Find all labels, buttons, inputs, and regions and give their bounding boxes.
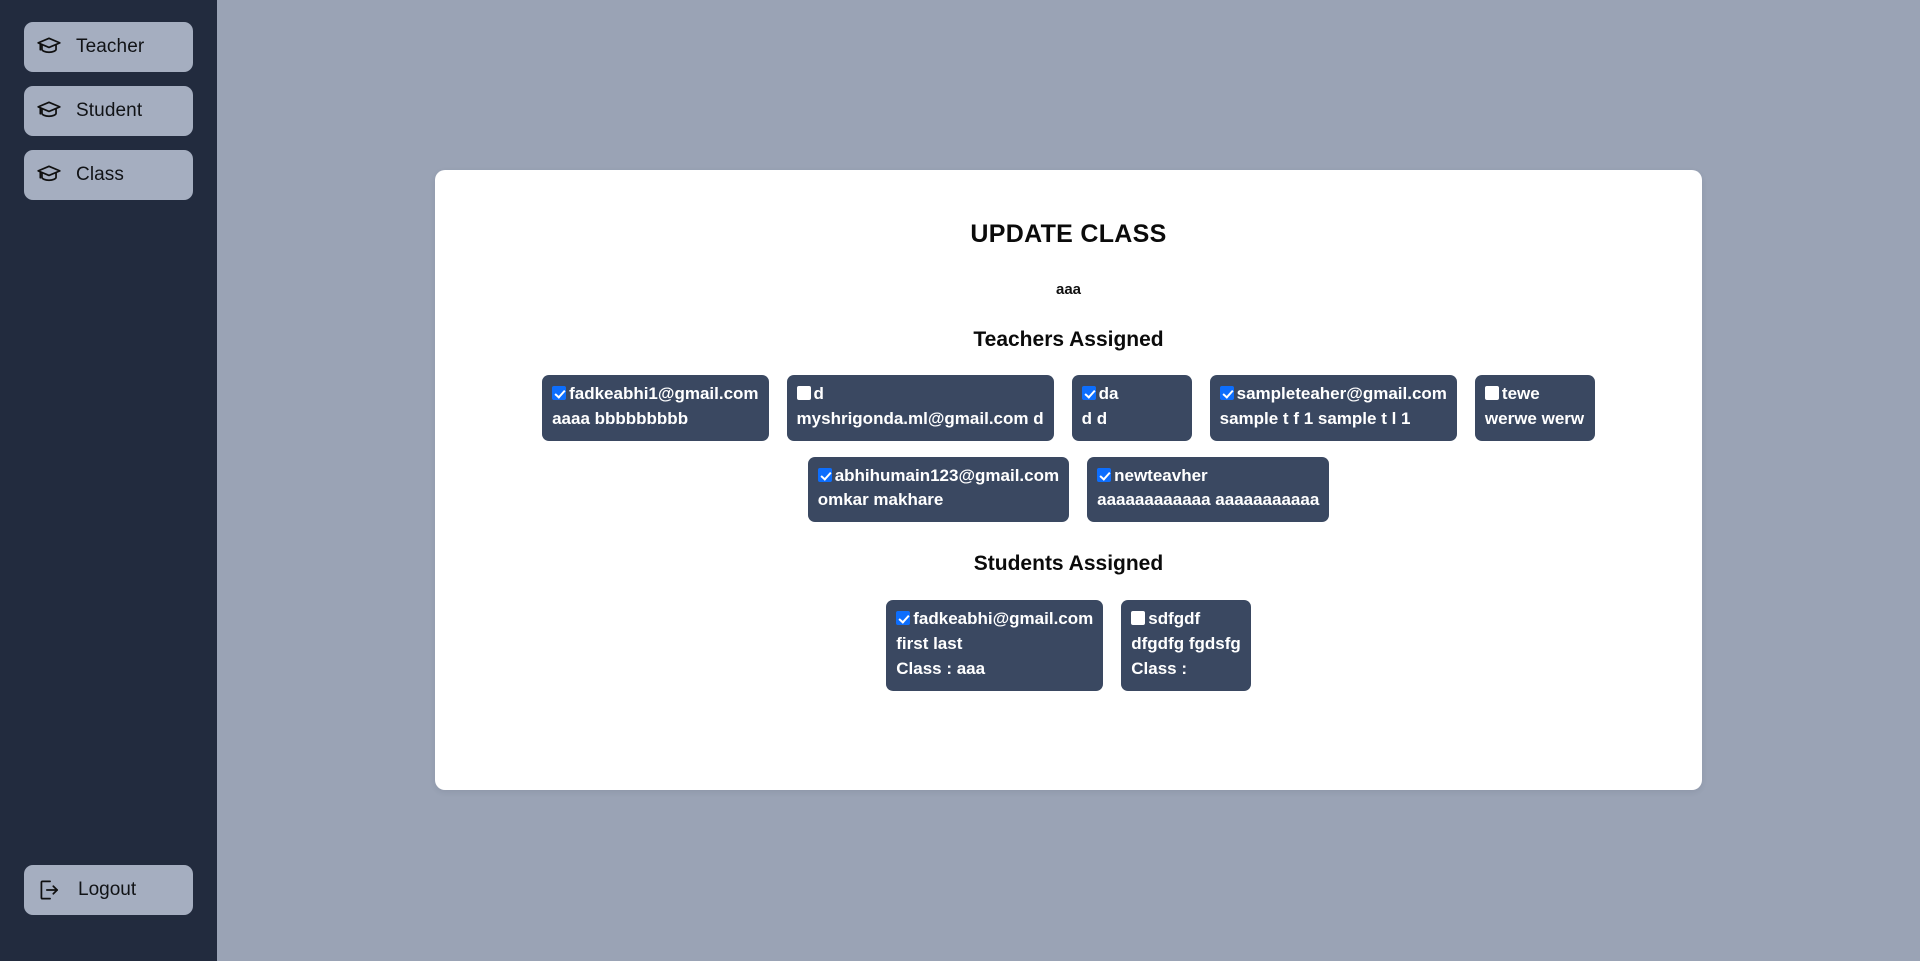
teacher-card[interactable]: fadkeabhi1@gmail.com aaaa bbbbbbbbb: [542, 375, 769, 441]
teacher-card[interactable]: da d d: [1071, 375, 1192, 441]
teacher-card-header: abhihumain123@gmail.com: [817, 464, 1060, 489]
teacher-card[interactable]: tewe werwe werw: [1474, 375, 1595, 441]
teacher-checkbox[interactable]: [1484, 386, 1499, 400]
sidebar-nav: Teacher Student Class: [0, 22, 217, 200]
student-name: dfgdfg fgdsfg: [1131, 634, 1241, 654]
teacher-card-header: sampleteaher@gmail.com: [1219, 382, 1447, 407]
graduation-cap-icon: [36, 34, 62, 60]
class-name-label: aaa: [1055, 281, 1082, 298]
teacher-checkbox[interactable]: [796, 386, 811, 400]
teacher-name: aaaa bbbbbbbbb: [552, 408, 689, 428]
teacher-checkbox[interactable]: [1097, 467, 1112, 482]
sidebar-item-label: Class: [76, 164, 125, 185]
teachers-card-list: fadkeabhi1@gmail.com aaaa bbbbbbbbb d my…: [465, 375, 1672, 523]
student-card-header: fadkeabhi@gmail.com: [896, 607, 1093, 632]
teacher-email: tewe: [1501, 384, 1540, 403]
sidebar: Teacher Student Class Logout: [0, 0, 217, 961]
update-class-panel: UPDATE CLASS aaa Teachers Assigned fadke…: [435, 170, 1702, 790]
teacher-checkbox[interactable]: [1219, 386, 1234, 400]
teacher-card[interactable]: d myshrigonda.ml@gmail.com d: [786, 375, 1054, 441]
sidebar-item-label: Teacher: [76, 36, 145, 57]
teacher-name: sample t f 1 sample t l 1: [1219, 408, 1411, 428]
logout-label: Logout: [78, 879, 137, 900]
graduation-cap-icon: [36, 98, 62, 124]
student-card[interactable]: fadkeabhi@gmail.com first last Class : a…: [886, 600, 1104, 691]
teacher-card-header: tewe: [1484, 382, 1585, 407]
teacher-name: werwe werw: [1484, 408, 1585, 428]
student-name: first last: [896, 634, 963, 654]
student-card-header: sdfgdf: [1131, 607, 1241, 632]
teachers-section-title: Teachers Assigned: [973, 328, 1164, 351]
teacher-card[interactable]: sampleteaher@gmail.com sample t f 1 samp…: [1209, 375, 1457, 441]
sidebar-item-label: Student: [76, 100, 143, 121]
student-email: fadkeabhi@gmail.com: [913, 609, 1094, 629]
student-email: sdfgdf: [1148, 609, 1201, 629]
teacher-email: fadkeabhi1@gmail.com: [569, 384, 759, 403]
page-title: UPDATE CLASS: [970, 220, 1167, 248]
teacher-name: aaaaaaaaaaaa aaaaaaaaaaa: [1097, 490, 1320, 510]
app-root: Teacher Student Class Logout UPDATE CLAS…: [0, 0, 1920, 961]
teacher-email: newteavher: [1114, 465, 1208, 485]
sidebar-item-teacher[interactable]: Teacher: [24, 22, 193, 72]
teacher-card-header: newteavher: [1097, 464, 1319, 489]
teacher-card-header: d: [796, 382, 1044, 407]
teacher-card-header: da: [1081, 382, 1182, 407]
student-checkbox[interactable]: [1131, 611, 1146, 626]
teacher-checkbox[interactable]: [552, 386, 567, 400]
student-class: Class :: [1131, 658, 1187, 678]
teacher-name: d d: [1081, 408, 1108, 428]
student-checkbox[interactable]: [896, 611, 911, 626]
teacher-card-header: fadkeabhi1@gmail.com: [552, 382, 759, 407]
teacher-card[interactable]: abhihumain123@gmail.com omkar makhare: [807, 456, 1070, 523]
students-card-list: fadkeabhi@gmail.com first last Class : a…: [465, 600, 1672, 691]
logout-button[interactable]: Logout: [24, 865, 193, 915]
logout-icon: [36, 877, 62, 903]
teacher-checkbox[interactable]: [817, 467, 832, 482]
teacher-email: da: [1098, 384, 1119, 403]
teacher-checkbox[interactable]: [1081, 386, 1096, 400]
teacher-email: sampleteaher@gmail.com: [1236, 384, 1447, 403]
teacher-name: omkar makhare: [817, 490, 944, 510]
teacher-card[interactable]: newteavher aaaaaaaaaaaa aaaaaaaaaaa: [1087, 456, 1330, 523]
teacher-email: abhihumain123@gmail.com: [834, 465, 1060, 485]
main-content: UPDATE CLASS aaa Teachers Assigned fadke…: [217, 0, 1920, 961]
sidebar-footer: Logout: [0, 865, 217, 961]
teacher-name: myshrigonda.ml@gmail.com d: [796, 408, 1044, 428]
teacher-email: d: [813, 384, 824, 403]
students-section-title: Students Assigned: [973, 552, 1164, 576]
sidebar-item-class[interactable]: Class: [24, 150, 193, 200]
sidebar-item-student[interactable]: Student: [24, 86, 193, 136]
graduation-cap-icon: [36, 162, 62, 188]
student-card[interactable]: sdfgdf dfgdfg fgdsfg Class :: [1121, 600, 1251, 691]
student-class: Class : aaa: [896, 658, 986, 678]
